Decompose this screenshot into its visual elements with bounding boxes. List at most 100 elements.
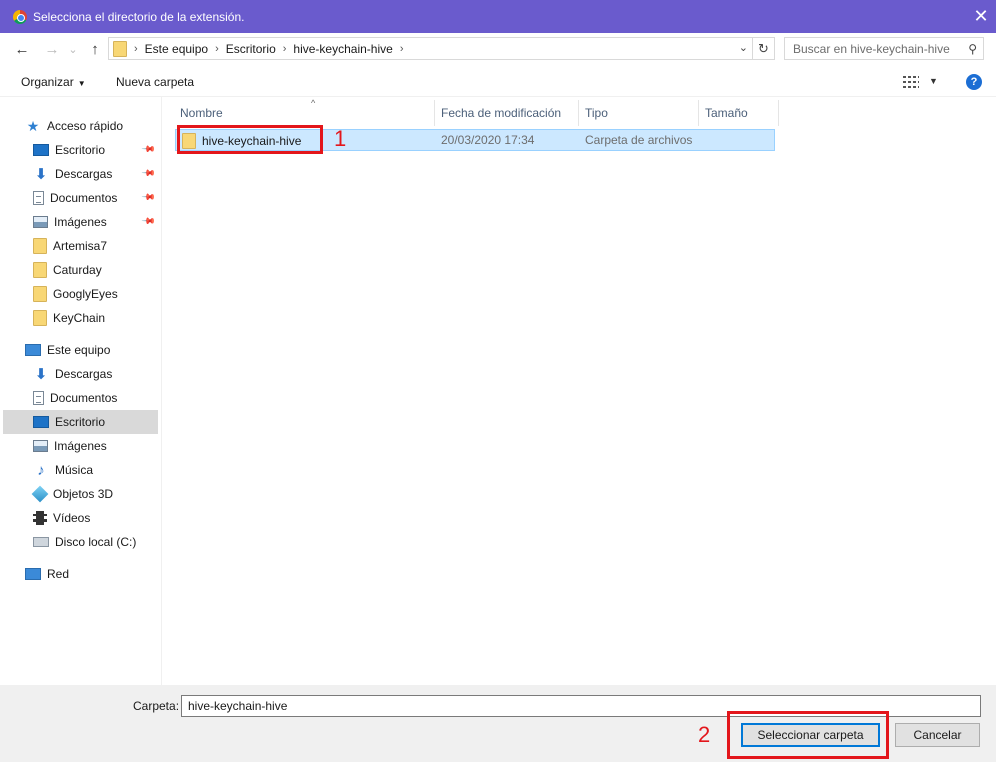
folder-icon: [113, 40, 127, 57]
sidebar-item-label: Descargas: [55, 367, 113, 381]
video-icon: [33, 511, 47, 525]
sidebar-item-label: Escritorio: [55, 143, 106, 157]
view-options-caret-icon[interactable]: ▼: [929, 76, 938, 86]
sidebar-item-label: Disco local (C:): [55, 535, 137, 549]
sidebar-item-red[interactable]: Red: [25, 562, 158, 586]
recent-locations-chevron-icon[interactable]: ⌄: [64, 40, 82, 58]
sidebar-item-acceso-rapido[interactable]: ★ Acceso rápido: [25, 114, 180, 138]
chevron-right-icon[interactable]: ›: [134, 43, 138, 55]
organize-button[interactable]: Organizar ▼: [21, 75, 86, 89]
sidebar-item-label: Imágenes: [54, 215, 107, 229]
sidebar-item-documentos-quick[interactable]: Documentos 📌: [33, 186, 158, 210]
navigation-pane: ★ Acceso rápido Escritorio 📌 ⬇ Descargas…: [0, 97, 162, 685]
back-arrow-icon[interactable]: ←: [13, 40, 31, 58]
sidebar-item-label: Artemisa7: [53, 239, 108, 253]
address-bar[interactable]: › Este equipo › Escritorio › hive-keycha…: [108, 37, 775, 60]
document-icon: [33, 191, 44, 205]
new-folder-button[interactable]: Nueva carpeta: [116, 75, 194, 89]
sidebar-item-descargas-quick[interactable]: ⬇ Descargas 📌: [33, 162, 158, 186]
folder-field-label: Carpeta:: [133, 699, 180, 713]
breadcrumb-hive-keychain-hive[interactable]: hive-keychain-hive: [293, 42, 392, 56]
sidebar-item-descargas[interactable]: ⬇ Descargas: [33, 362, 158, 386]
column-header-tipo[interactable]: Tipo: [579, 100, 699, 126]
folder-icon: [33, 286, 47, 302]
up-arrow-icon[interactable]: ↑: [86, 40, 104, 58]
sidebar-item-label: Documentos: [50, 391, 118, 405]
sidebar-item-objetos-3d[interactable]: Objetos 3D: [31, 482, 158, 506]
organize-label: Organizar: [21, 75, 74, 89]
navigation-bar: ← → ⌄ ↑ › Este equipo › Escritorio › hiv…: [0, 33, 996, 66]
pin-icon[interactable]: 📌: [141, 190, 156, 206]
search-input[interactable]: Buscar en hive-keychain-hive ⚲: [784, 37, 984, 60]
column-header-label: Nombre: [180, 106, 223, 120]
folder-icon: [33, 238, 47, 254]
details-view-icon[interactable]: [903, 76, 919, 88]
sidebar-item-label: Descargas: [55, 167, 113, 181]
desktop-icon: [33, 144, 49, 156]
sidebar-item-este-equipo[interactable]: Este equipo: [25, 338, 158, 362]
sidebar-item-videos[interactable]: Vídeos: [33, 506, 158, 530]
sidebar-item-artemisa7[interactable]: Artemisa7: [33, 234, 158, 258]
sidebar-item-label: Música: [55, 463, 94, 477]
document-icon: [33, 391, 44, 405]
chevron-down-icon[interactable]: ⌄: [739, 41, 748, 54]
chrome-icon: [13, 9, 27, 24]
sidebar-item-musica[interactable]: ♪ Música: [33, 458, 158, 482]
pin-icon[interactable]: 📌: [141, 166, 156, 182]
sidebar-item-label: Red: [47, 567, 70, 581]
sidebar-item-label: Imágenes: [54, 439, 107, 453]
chevron-right-icon[interactable]: ›: [400, 43, 404, 55]
sidebar-item-label: Objetos 3D: [53, 487, 114, 501]
close-icon[interactable]: ✕: [966, 0, 996, 33]
star-icon: ★: [26, 117, 40, 134]
chevron-right-icon[interactable]: ›: [283, 43, 287, 55]
desktop-icon: [33, 416, 49, 428]
breadcrumb-escritorio[interactable]: Escritorio: [226, 42, 276, 56]
sidebar-item-label: Vídeos: [53, 511, 91, 525]
file-list: Nombre ^ Fecha de modificación Tipo Tama…: [163, 97, 996, 685]
sidebar-item-imagenes[interactable]: Imágenes: [33, 434, 158, 458]
column-header-fecha[interactable]: Fecha de modificación: [435, 100, 579, 126]
select-folder-button[interactable]: Seleccionar carpeta: [741, 723, 880, 747]
disk-icon: [33, 537, 49, 547]
annotation-step-1: 1: [334, 126, 347, 151]
caret-down-icon: ▼: [77, 79, 86, 88]
sidebar-item-googlyeyes[interactable]: GooglyEyes: [33, 282, 158, 306]
sidebar-item-keychain[interactable]: KeyChain: [33, 306, 158, 330]
sidebar-item-escritorio[interactable]: Escritorio: [3, 410, 158, 434]
chevron-right-icon[interactable]: ›: [215, 43, 219, 55]
annotation-step-2: 2: [698, 722, 711, 747]
forward-arrow-icon[interactable]: →: [43, 40, 61, 58]
image-icon: [33, 440, 48, 452]
pin-icon[interactable]: 📌: [141, 142, 156, 158]
computer-icon: [25, 344, 41, 356]
sidebar-item-escritorio-quick[interactable]: Escritorio 📌: [33, 138, 158, 162]
footer-panel: Carpeta: 2 Seleccionar carpeta Cancelar: [0, 685, 996, 762]
column-header-tamano[interactable]: Tamaño: [699, 100, 779, 126]
sidebar-item-label: Escritorio: [55, 415, 106, 429]
sort-ascending-icon: ^: [311, 98, 316, 108]
sidebar-item-label: GooglyEyes: [53, 287, 118, 301]
sidebar-item-label: KeyChain: [53, 311, 106, 325]
sidebar-item-disco-local[interactable]: Disco local (C:): [33, 530, 158, 554]
network-icon: [25, 568, 41, 580]
help-icon[interactable]: ?: [966, 74, 982, 90]
pin-icon[interactable]: 📌: [141, 214, 156, 230]
refresh-icon[interactable]: ↻: [752, 38, 774, 59]
sidebar-item-label: Caturday: [53, 263, 102, 277]
sidebar-item-documentos[interactable]: Documentos: [33, 386, 158, 410]
sidebar-item-imagenes-quick[interactable]: Imágenes 📌: [33, 210, 158, 234]
cancel-button[interactable]: Cancelar: [895, 723, 980, 747]
folder-icon: [33, 262, 47, 278]
download-icon: ⬇: [34, 166, 48, 183]
image-icon: [33, 216, 48, 228]
sidebar-item-label: Documentos: [50, 191, 118, 205]
annotation-highlight-box-1: [177, 125, 323, 154]
breadcrumb-este-equipo[interactable]: Este equipo: [145, 42, 208, 56]
column-header-nombre[interactable]: Nombre ^: [174, 98, 435, 126]
title-bar: Selecciona el directorio de la extensión…: [0, 0, 996, 33]
search-icon[interactable]: ⚲: [968, 42, 977, 56]
folder-icon: [33, 310, 47, 326]
file-modified: 20/03/2020 17:34: [441, 133, 535, 147]
sidebar-item-caturday[interactable]: Caturday: [33, 258, 158, 282]
